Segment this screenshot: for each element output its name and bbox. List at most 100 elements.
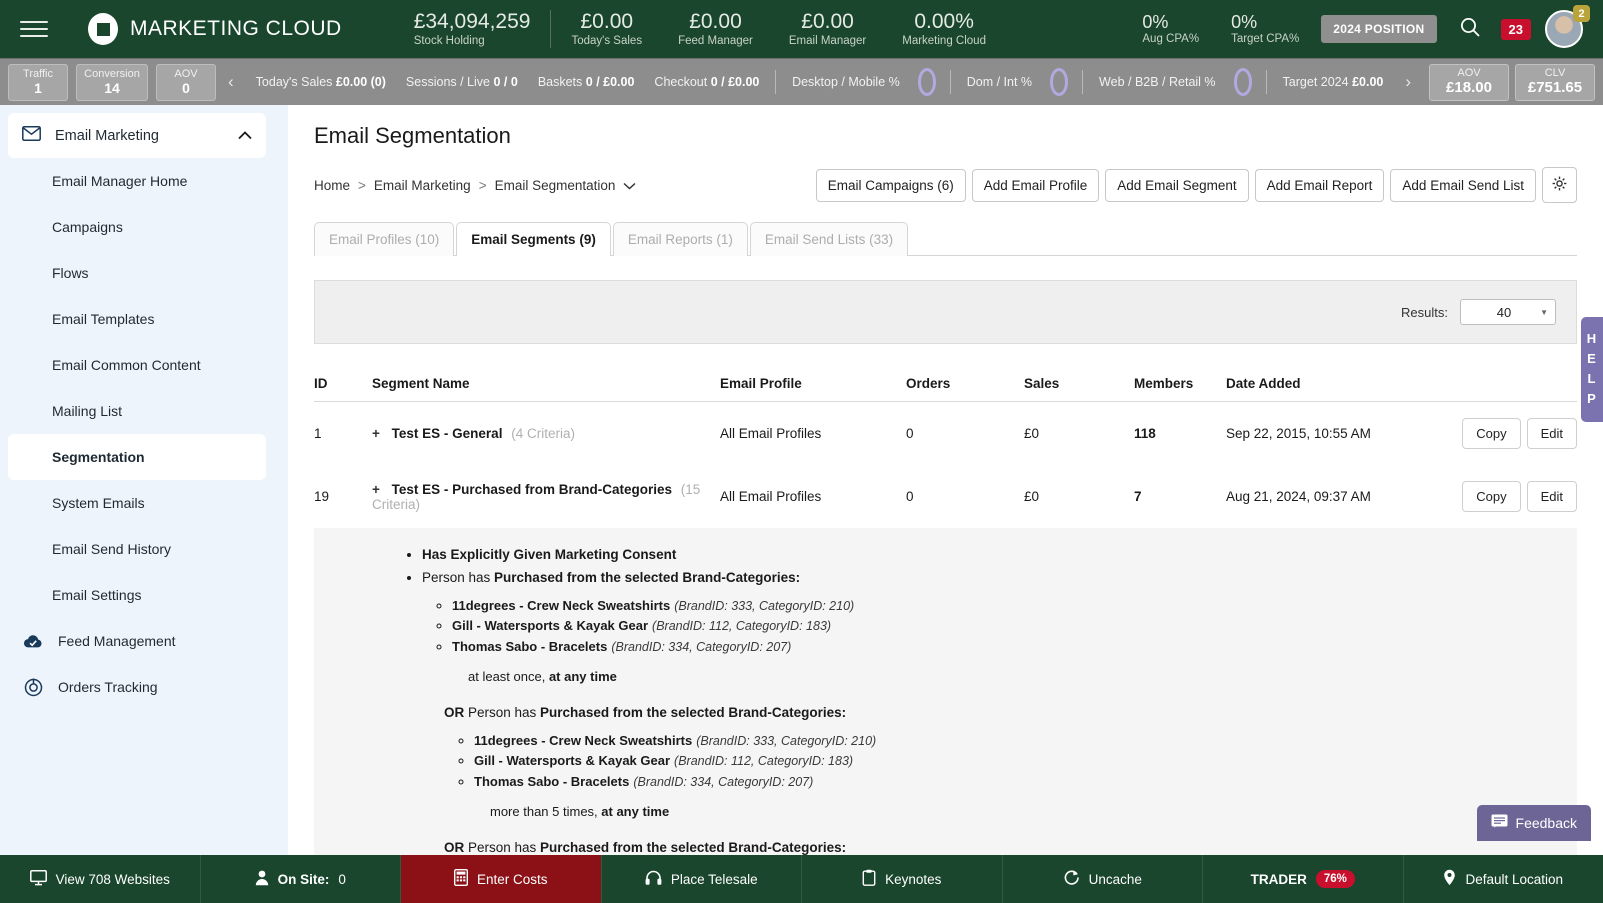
tab-bar: Email Profiles (10) Email Segments (9) E… — [314, 221, 1577, 256]
email-campaigns-button[interactable]: Email Campaigns (6) — [815, 168, 966, 202]
hamburger-icon[interactable] — [20, 16, 48, 42]
segment-name-label[interactable]: Test ES - Purchased from Brand-Categorie… — [392, 482, 672, 497]
column-orders: Orders — [906, 370, 1024, 402]
breadcrumb-action-row: Home > Email Marketing > Email Segmentat… — [314, 167, 1577, 203]
sidebar-item-email-manager-home[interactable]: Email Manager Home — [8, 158, 266, 204]
segment-name-label[interactable]: Test ES - General — [392, 426, 503, 441]
sidebar-item-campaigns[interactable]: Campaigns — [8, 204, 266, 250]
brand-name: Gill - Watersports & Kayak Gear — [474, 753, 671, 769]
expand-row-icon[interactable]: + — [372, 482, 380, 497]
sidebar-item-email-common-content[interactable]: Email Common Content — [8, 342, 266, 388]
stat-item-checkout: Checkout 0 / £0.00 — [644, 75, 769, 89]
cell-members: 7 — [1134, 489, 1142, 504]
add-email-report-button[interactable]: Add Email Report — [1254, 168, 1385, 202]
sidebar-item-label: Feed Management — [58, 633, 176, 649]
position-button[interactable]: 2024 POSITION — [1321, 15, 1437, 43]
stat-box-aov-value[interactable]: AOV £18.00 — [1429, 63, 1509, 101]
gear-icon[interactable] — [1542, 167, 1577, 203]
stat-label: AOV — [174, 67, 198, 80]
sidebar-item-email-send-history[interactable]: Email Send History — [8, 526, 266, 572]
bottom-item-trader[interactable]: TRADER 76% — [1203, 855, 1404, 903]
feedback-button[interactable]: Feedback — [1476, 805, 1591, 841]
sidebar-item-segmentation[interactable]: Segmentation — [8, 434, 266, 480]
sidebar-item-system-emails[interactable]: System Emails — [8, 480, 266, 526]
kpi-label: Feed Manager — [678, 35, 753, 48]
criteria-qualifier-2: more than 5 times, at any time — [490, 801, 1577, 823]
stat-item-dom-int: Dom / Int % — [966, 75, 1033, 89]
breadcrumb-item-email-segmentation[interactable]: Email Segmentation — [495, 178, 616, 193]
sidebar-item-email-templates[interactable]: Email Templates — [8, 296, 266, 342]
stat-box-aov[interactable]: AOV 0 — [156, 63, 216, 101]
brand-name: Thomas Sabo - Bracelets — [474, 773, 630, 789]
stat-box-traffic[interactable]: Traffic 1 — [8, 63, 68, 101]
sidebar-item-label: Mailing List — [52, 403, 123, 419]
stat-box-conversion[interactable]: Conversion 14 — [76, 63, 148, 101]
refresh-icon — [1063, 869, 1080, 889]
edit-button[interactable]: Edit — [1526, 481, 1577, 512]
stats-prev-arrow[interactable]: ‹ — [216, 72, 246, 92]
bottom-item-default-location[interactable]: Default Location — [1404, 855, 1603, 903]
search-icon[interactable] — [1459, 16, 1481, 43]
sidebar-item-label: Email Manager Home — [52, 173, 188, 189]
brand-category-item: Thomas Sabo - Bracelets(BrandID: 334, Ca… — [452, 637, 1577, 657]
content-area: Email Segmentation Home > Email Marketin… — [288, 105, 1603, 902]
sidebar-group-email-marketing[interactable]: Email Marketing — [8, 113, 266, 158]
sidebar-item-email-settings[interactable]: Email Settings — [8, 572, 266, 618]
notification-badge[interactable]: 23 — [1500, 18, 1531, 40]
stats-bar: Traffic 1 Conversion 14 AOV 0 ‹ Today's … — [0, 58, 1603, 105]
help-tab[interactable]: H E L P — [1581, 317, 1603, 422]
tab-email-send-lists[interactable]: Email Send Lists (33) — [749, 222, 909, 256]
divider — [550, 10, 552, 48]
tab-email-segments[interactable]: Email Segments (9) — [456, 222, 611, 256]
avatar[interactable]: 2 — [1545, 5, 1590, 48]
cell-id: 19 — [314, 489, 330, 504]
bottom-item-enter-costs[interactable]: Enter Costs — [401, 855, 602, 903]
add-email-send-list-button[interactable]: Add Email Send List — [1390, 168, 1536, 202]
bottom-item-view-websites[interactable]: View 708 Websites — [0, 855, 201, 903]
table-row[interactable]: 1 + Test ES - General (4 Criteria) All E… — [314, 402, 1577, 466]
criteria-qualifier-1: at least once, at any time — [468, 666, 1577, 688]
sidebar-item-mailing-list[interactable]: Mailing List — [8, 388, 266, 434]
kpi-stock-holding: £34,094,259 Stock Holding — [396, 10, 549, 47]
breadcrumb-item-email-marketing[interactable]: Email Marketing — [374, 178, 471, 193]
avatar-badge: 2 — [1573, 5, 1590, 22]
results-label: Results: — [1401, 304, 1448, 320]
headset-icon — [645, 870, 662, 889]
kpi-target-cpa: 0% Target CPA% — [1215, 12, 1315, 45]
expand-row-icon[interactable]: + — [372, 426, 380, 441]
add-email-profile-button[interactable]: Add Email Profile — [971, 168, 1100, 202]
sidebar-item-orders-tracking[interactable]: Orders Tracking — [8, 664, 266, 710]
stat-box-clv-value[interactable]: CLV £751.65 — [1515, 63, 1595, 101]
results-per-page-select[interactable]: 40 ▼ — [1460, 299, 1556, 325]
stats-next-arrow[interactable]: › — [1393, 72, 1423, 92]
stat-value: 14 — [104, 80, 120, 96]
cell-orders: 0 — [906, 426, 914, 441]
sidebar-item-feed-management[interactable]: Feed Management — [8, 618, 266, 664]
donut-chart-web-b2b-retail — [1233, 68, 1252, 96]
tab-email-reports[interactable]: Email Reports (1) — [612, 222, 748, 256]
sidebar-item-flows[interactable]: Flows — [8, 250, 266, 296]
cell-date-added: Aug 21, 2024, 09:37 AM — [1226, 489, 1371, 504]
bottom-item-place-telesale[interactable]: Place Telesale — [602, 855, 802, 903]
table-row[interactable]: 19 + Test ES - Purchased from Brand-Cate… — [314, 465, 1577, 528]
stat-item-label: Baskets — [537, 75, 583, 89]
qualifier-text: more than 5 times, — [490, 804, 602, 820]
breadcrumb-item-home[interactable]: Home — [314, 178, 350, 193]
edit-button[interactable]: Edit — [1526, 418, 1577, 449]
copy-button[interactable]: Copy — [1462, 418, 1521, 449]
tab-email-profiles[interactable]: Email Profiles (10) — [314, 222, 455, 256]
table-header-row: ID Segment Name Email Profile Orders Sal… — [314, 370, 1577, 402]
trader-badge: 76% — [1315, 870, 1355, 888]
brand-category-item: Gill - Watersports & Kayak Gear(BrandID:… — [452, 616, 1577, 636]
bottom-item-uncache[interactable]: Uncache — [1003, 855, 1203, 903]
bottom-item-keynotes[interactable]: Keynotes — [802, 855, 1003, 903]
chevron-down-icon[interactable] — [623, 178, 636, 193]
chevron-up-icon[interactable] — [238, 127, 252, 145]
copy-button[interactable]: Copy — [1462, 481, 1521, 512]
stat-item-baskets: Baskets 0 / £0.00 — [528, 75, 645, 89]
brand-logo[interactable]: MARKETING CLOUD — [88, 13, 342, 45]
add-email-segment-button[interactable]: Add Email Segment — [1105, 168, 1249, 202]
bottom-item-on-site[interactable]: On Site: 0 — [201, 855, 401, 903]
qualifier-bold: at any time — [601, 804, 670, 820]
page-title: Email Segmentation — [314, 123, 511, 148]
